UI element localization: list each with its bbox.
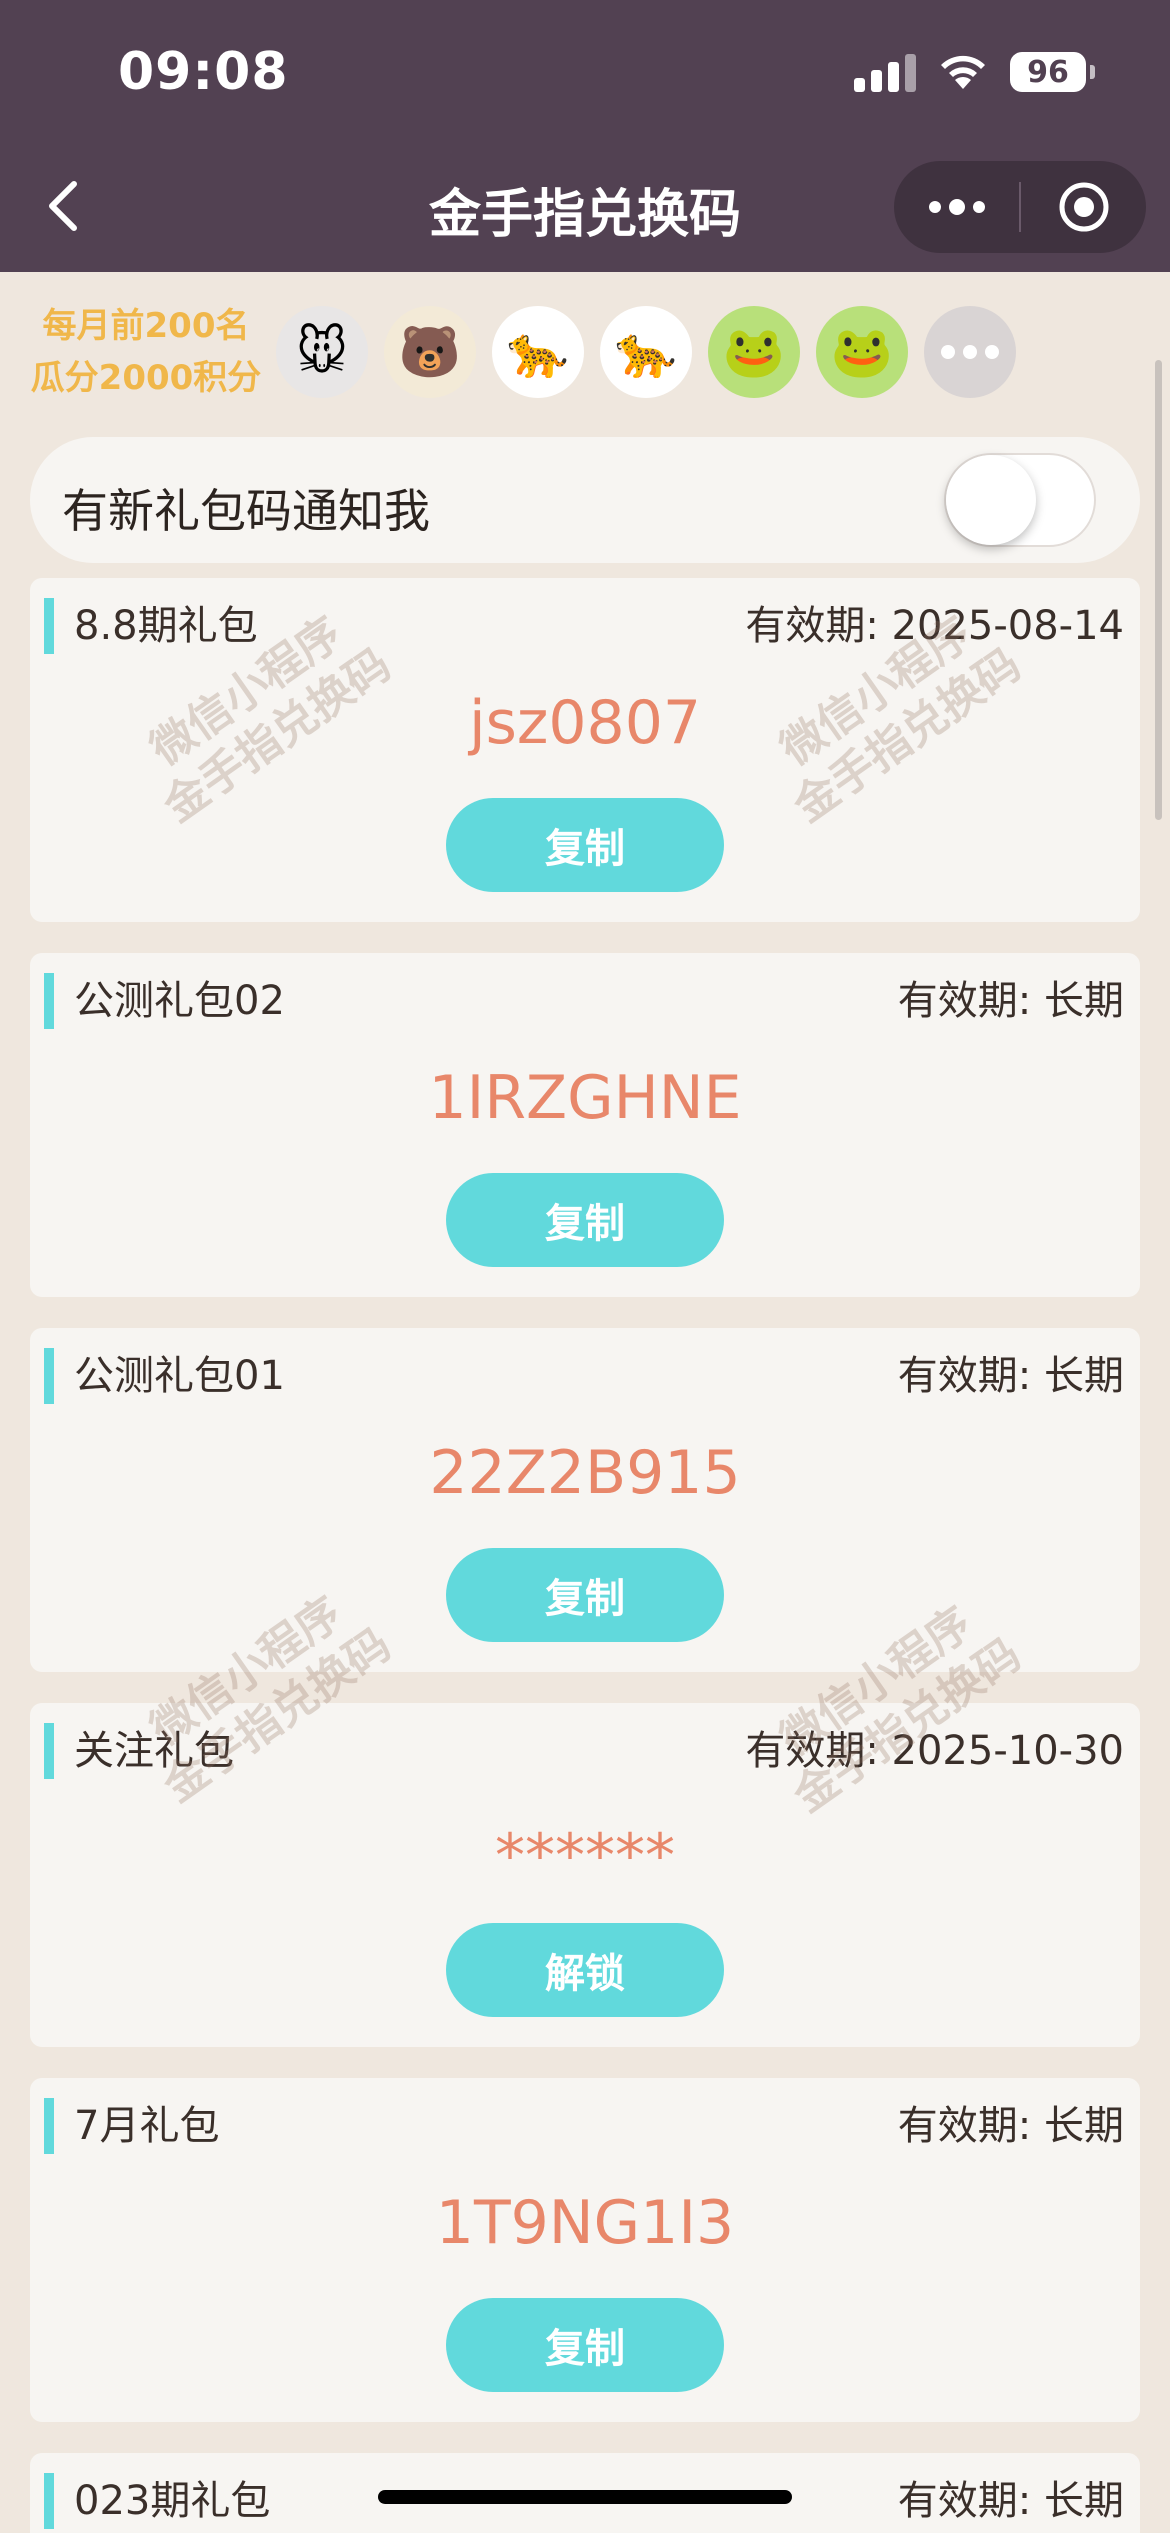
avatar: 🐸: [708, 306, 800, 398]
notify-card: 有新礼包码通知我: [30, 437, 1140, 563]
gift-code: 1IRZGHNE: [428, 1063, 742, 1133]
gift-name: 023期礼包: [74, 2478, 271, 2524]
gift-expiry: 有效期: 长期: [897, 1353, 1124, 1399]
ranking-line-2: 瓜分2000积分: [30, 358, 262, 398]
accent-bar: [44, 1348, 54, 1404]
gift-expiry: 有效期: 2025-10-30: [745, 1728, 1124, 1774]
gift-code-masked: ******: [495, 1821, 675, 1891]
avatar: 🐻: [384, 306, 476, 398]
gift-name: 公测礼包01: [74, 1353, 285, 1399]
accent-bar: [44, 2098, 54, 2154]
close-mini-program-button[interactable]: [1021, 161, 1146, 253]
gift-code: 1T9NG1I3: [435, 2188, 735, 2258]
avatar: 🐭: [276, 306, 368, 398]
accent-bar: [44, 973, 54, 1029]
copy-button[interactable]: 复制: [446, 1173, 724, 1267]
scrollbar[interactable]: [1155, 360, 1162, 820]
more-dots-icon: [941, 345, 999, 359]
mini-program-capsule: [894, 161, 1146, 253]
more-button[interactable]: [894, 161, 1019, 253]
gift-card: 公测礼包02 有效期: 长期 1IRZGHNE 复制: [30, 953, 1140, 1297]
gift-expiry: 有效期: 长期: [897, 2103, 1124, 2149]
ranking-promo[interactable]: 每月前200名 瓜分2000积分: [26, 300, 266, 404]
copy-button[interactable]: 复制: [446, 2298, 724, 2392]
accent-bar: [44, 1723, 54, 1779]
copy-button[interactable]: 复制: [446, 1548, 724, 1642]
gift-name: 公测礼包02: [74, 978, 285, 1024]
accent-bar: [44, 598, 54, 654]
notify-label: 有新礼包码通知我: [62, 484, 430, 538]
toggle-knob: [946, 455, 1036, 545]
avatar: 🐆: [492, 306, 584, 398]
avatar: 🐸: [816, 306, 908, 398]
gift-name: 8.8期礼包: [74, 603, 258, 649]
cellular-signal-icon: [854, 52, 916, 92]
copy-button[interactable]: 复制: [446, 798, 724, 892]
wifi-icon: [938, 53, 988, 91]
ranking-avatars[interactable]: 🐭 🐻 🐆 🐆 🐸 🐸: [276, 306, 1016, 398]
battery-icon: 96: [1010, 52, 1095, 92]
avatar: 🐆: [600, 306, 692, 398]
unlock-button[interactable]: 解锁: [446, 1923, 724, 2017]
more-dots-icon: [928, 199, 985, 215]
gift-code: 22Z2B915: [429, 1438, 741, 1508]
gift-expiry: 有效期: 长期: [897, 2478, 1124, 2524]
gift-name: 关注礼包: [74, 1728, 234, 1774]
accent-bar: [44, 2473, 54, 2529]
gift-name: 7月礼包: [74, 2103, 220, 2149]
gift-card: 7月礼包 有效期: 长期 1T9NG1I3 复制: [30, 2078, 1140, 2422]
gift-card: 公测礼包01 有效期: 长期 22Z2B915 复制: [30, 1328, 1140, 1672]
notify-toggle[interactable]: [944, 453, 1096, 547]
status-time: 09:08: [118, 42, 289, 102]
more-avatars-button[interactable]: [924, 306, 1016, 398]
gift-card: 8.8期礼包 有效期: 2025-08-14 jsz0807 复制: [30, 578, 1140, 922]
status-icons: 96: [854, 52, 1095, 92]
header: 09:08 96 金手指兑换码: [0, 0, 1170, 272]
target-circle-icon: [1059, 182, 1108, 232]
gift-expiry: 有效期: 长期: [897, 978, 1124, 1024]
gift-card: 关注礼包 有效期: 2025-10-30 ****** 解锁: [30, 1703, 1140, 2047]
ranking-line-1: 每月前200名: [42, 306, 250, 346]
gift-code: jsz0807: [468, 688, 702, 758]
home-indicator[interactable]: [378, 2490, 792, 2504]
gift-expiry: 有效期: 2025-08-14: [745, 603, 1124, 649]
